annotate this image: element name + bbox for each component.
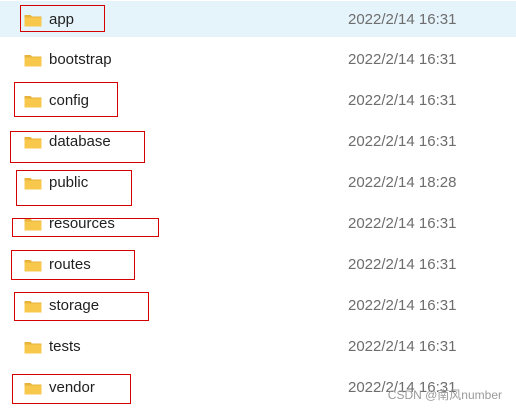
date-modified: 2022/2/14 16:31: [348, 215, 457, 232]
file-list: app 2022/2/14 16:31 bootstrap 2022/2/14 …: [0, 0, 516, 410]
list-item-routes[interactable]: routes 2022/2/14 16:31: [0, 246, 516, 284]
folder-icon: [24, 94, 42, 108]
date-modified: 2022/2/14 16:31: [348, 92, 457, 109]
folder-icon: [24, 135, 42, 149]
date-modified: 2022/2/14 18:28: [348, 174, 457, 191]
folder-name: vendor: [49, 379, 95, 396]
date-modified: 2022/2/14 16:31: [348, 51, 457, 68]
folder-icon: [24, 299, 42, 313]
date-modified: 2022/2/14 16:31: [348, 338, 457, 355]
folder-icon: [24, 217, 42, 231]
date-modified: 2022/2/14 16:31: [348, 256, 457, 273]
date-modified: 2022/2/14 16:31: [348, 297, 457, 314]
folder-icon: [24, 340, 42, 354]
date-modified: 2022/2/14 16:31: [348, 11, 457, 28]
folder-name: tests: [49, 338, 81, 355]
folder-icon: [24, 258, 42, 272]
date-modified: 2022/2/14 16:31: [348, 133, 457, 150]
list-item-resources[interactable]: resources 2022/2/14 16:31: [0, 205, 516, 243]
list-item-config[interactable]: config 2022/2/14 16:31: [0, 82, 516, 120]
folder-icon: [24, 176, 42, 190]
list-item-tests[interactable]: tests 2022/2/14 16:31: [0, 328, 516, 366]
folder-icon: [24, 13, 42, 27]
folder-name: resources: [49, 215, 115, 232]
folder-name: bootstrap: [49, 51, 112, 68]
list-item-bootstrap[interactable]: bootstrap 2022/2/14 16:31: [0, 41, 516, 79]
folder-icon: [24, 381, 42, 395]
folder-name: config: [49, 92, 90, 109]
folder-name: public: [49, 174, 89, 191]
list-item-public[interactable]: public 2022/2/14 18:28: [0, 164, 516, 202]
folder-name: routes: [49, 256, 91, 273]
watermark: CSDN @南风number: [387, 388, 502, 402]
list-item-database[interactable]: database 2022/2/14 16:31: [0, 123, 516, 161]
folder-name: app: [49, 11, 75, 28]
list-item-storage[interactable]: storage 2022/2/14 16:31: [0, 287, 516, 325]
folder-name: storage: [49, 297, 100, 314]
folder-name: database: [49, 133, 111, 150]
folder-icon: [24, 53, 42, 67]
list-item-app[interactable]: app 2022/2/14 16:31: [0, 1, 516, 37]
